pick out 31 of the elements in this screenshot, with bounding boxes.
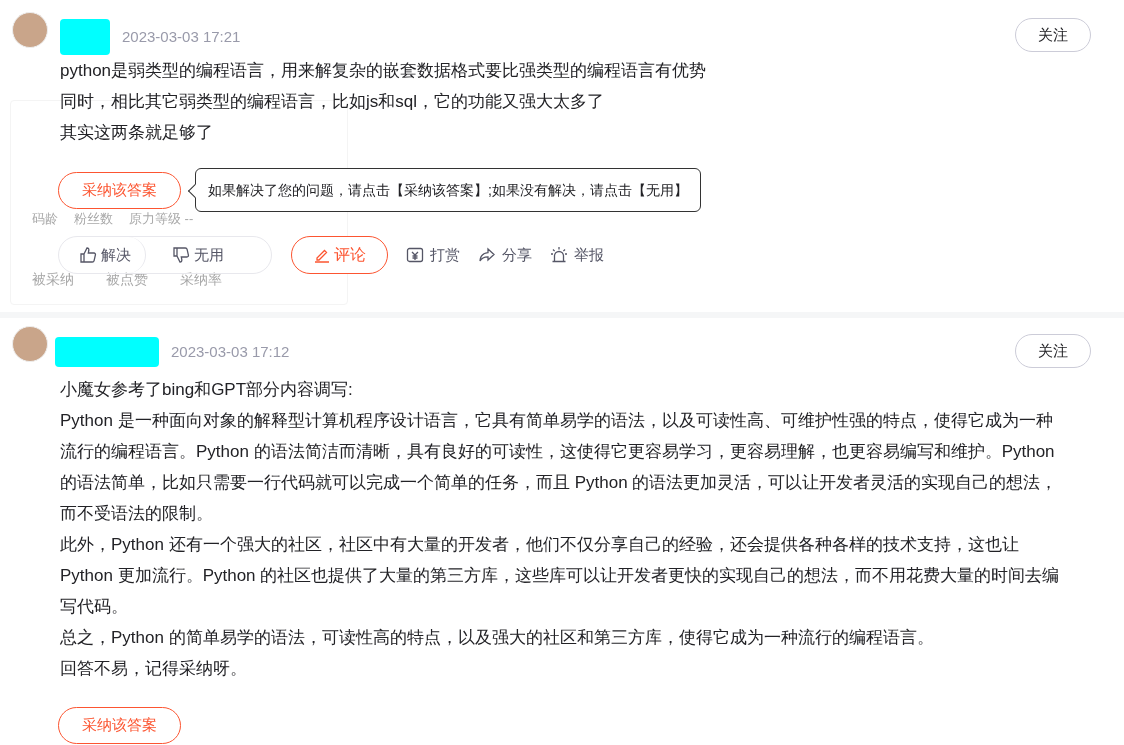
useless-button[interactable]: 无用 [146, 237, 224, 273]
answer-paragraph: 此外，Python 还有一个强大的社区，社区中有大量的开发者，他们不仅分享自己的经验，还会提供各种各样的技术支持，这也让 Python 更加流行。Python 的社区也提供了大量的第三方库，这些库可以让开发者更快的实现自己的想法，而不用花费大量的时间去编写代码。 [60, 534, 1060, 618]
answer-paragraph: 同时，相比其它弱类型的编程语言，比如js和sql，它的功能又强大太多了 [60, 91, 605, 113]
thumbs-up-icon [79, 246, 97, 264]
report-button[interactable]: 举报 [550, 243, 604, 267]
redaction-block [60, 19, 110, 55]
share-arrow-icon [478, 246, 496, 264]
pencil-icon [313, 247, 330, 263]
follow-button[interactable]: 关注 [1015, 334, 1091, 368]
profile-stat-label: 被采纳 [32, 272, 74, 286]
follow-button[interactable]: 关注 [1015, 18, 1091, 52]
profile-stat-label: 码龄 [32, 212, 58, 225]
answer-paragraph: Python 是一种面向对象的解释型计算机程序设计语言，它具有简单易学的语法，以及可读性高、可维护性强的特点，使得它成为一种流行的编程语言。Python 的语法简洁而清晰，具有良好的可读性，这使得它更容易学习，更容易理解，也更容易编写和维护。Python 的语法简单，比如只需要一行代码就可以完成一个简单的任务，而且 Python 的语法更加灵活，可以让开发者灵活的实现自己的想法，而不受语法的限制。 [60, 410, 1059, 525]
answer-paragraph: 小魔女参考了bing和GPT部分内容调写: [60, 379, 354, 401]
tooltip-text: 如果解决了您的问题，请点击【采纳该答案】;如果没有解决，请点击【无用】 [208, 180, 688, 200]
share-button[interactable]: 分享 [478, 243, 532, 267]
answer-paragraph: python是弱类型的编程语言，用来解复杂的嵌套数据格式要比强类型的编程语言有优势 [60, 60, 708, 82]
answer-paragraph: 回答不易，记得采纳呀。 [60, 658, 248, 680]
thumbs-down-icon [172, 246, 190, 264]
profile-stat-label: 粉丝数 [74, 212, 113, 225]
solved-button[interactable]: 解决 [59, 237, 146, 273]
answer-paragraph: 其实这两条就足够了 [60, 122, 214, 144]
answer-paragraph: 总之，Python 的简单易学的语法，可读性高的特点，以及强大的社区和第三方库，使得它成为一种流行的编程语言。 [60, 627, 935, 649]
alarm-light-icon [550, 246, 568, 264]
yen-box-icon [406, 246, 424, 264]
avatar[interactable] [12, 326, 48, 362]
avatar[interactable] [12, 12, 48, 48]
post-date: 2023-03-03 17:12 [171, 341, 290, 362]
post-date: 2023-03-03 17:21 [122, 26, 241, 47]
profile-stat-label: 原力等级 -- [129, 212, 194, 225]
reward-button[interactable]: 打赏 [406, 243, 460, 267]
